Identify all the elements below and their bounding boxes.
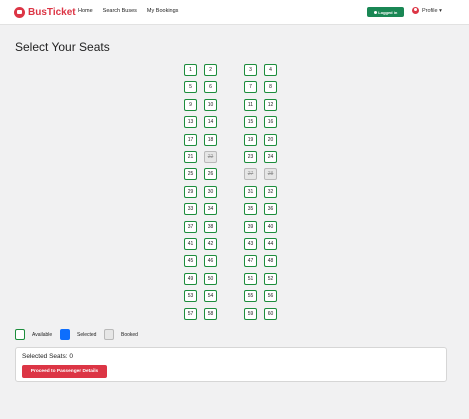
seat-52[interactable]: 52	[264, 272, 277, 285]
seat-2[interactable]: 2	[204, 64, 217, 76]
seat-34[interactable]: 34	[204, 203, 217, 216]
seat-48[interactable]: 48	[264, 255, 277, 268]
seat-legend: Available Selected Booked	[15, 329, 215, 342]
seat-36[interactable]: 36	[264, 203, 277, 216]
seat-20[interactable]: 20	[264, 133, 277, 146]
seat-28: 28	[264, 168, 277, 181]
seat-40[interactable]: 40	[264, 220, 277, 233]
seat-7[interactable]: 7	[244, 81, 257, 94]
legend-selected-label: Selected	[77, 331, 97, 338]
selected-swatch-icon	[60, 329, 70, 340]
seat-1[interactable]: 1	[184, 64, 197, 76]
seat-16[interactable]: 16	[264, 116, 277, 129]
seat-10[interactable]: 10	[204, 98, 217, 111]
booked-swatch-icon	[104, 329, 114, 340]
seat-31[interactable]: 31	[244, 185, 257, 198]
seat-24[interactable]: 24	[264, 151, 277, 163]
seat-55[interactable]: 55	[244, 290, 257, 303]
seat-45[interactable]: 45	[184, 255, 197, 268]
seat-5[interactable]: 5	[184, 81, 197, 94]
seat-54[interactable]: 54	[204, 290, 217, 303]
legend-booked-label: Booked	[121, 331, 138, 338]
legend-available-label: Available	[32, 331, 53, 338]
seat-3[interactable]: 3	[244, 64, 257, 76]
seat-53[interactable]: 53	[184, 290, 197, 303]
seat-38[interactable]: 38	[204, 220, 217, 233]
selected-seats-text: Selected Seats: 0	[22, 353, 73, 360]
seat-60[interactable]: 60	[264, 307, 277, 320]
seat-35[interactable]: 35	[244, 203, 257, 216]
seat-57[interactable]: 57	[184, 307, 197, 320]
seat-23[interactable]: 23	[244, 151, 257, 163]
seat-30[interactable]: 30	[204, 185, 217, 198]
seat-11[interactable]: 11	[244, 98, 257, 111]
legend-booked: Booked	[104, 329, 138, 340]
seat-39[interactable]: 39	[244, 220, 257, 233]
seat-9[interactable]: 9	[184, 98, 197, 111]
seat-47[interactable]: 47	[244, 255, 257, 268]
seat-58[interactable]: 58	[204, 307, 217, 320]
seat-map: 1 5 9 13 17 21 25 29 33 37 41 45 49 53 57 2 6 10 14 18 22 26 3…	[0, 0, 469, 330]
seat-51[interactable]: 51	[244, 272, 257, 285]
seat-26[interactable]: 26	[204, 168, 217, 181]
seat-49[interactable]: 49	[184, 272, 197, 285]
seat-43[interactable]: 43	[244, 238, 257, 250]
seat-56[interactable]: 56	[264, 290, 277, 303]
seat-18[interactable]: 18	[204, 133, 217, 146]
available-swatch-icon	[15, 329, 25, 340]
seat-21[interactable]: 21	[184, 151, 197, 163]
seat-22: 22	[204, 151, 217, 163]
seat-14[interactable]: 14	[204, 116, 217, 129]
seat-37[interactable]: 37	[184, 220, 197, 233]
legend-selected: Selected	[60, 329, 96, 340]
seat-15[interactable]: 15	[244, 116, 257, 129]
seat-25[interactable]: 25	[184, 168, 197, 181]
seat-17[interactable]: 17	[184, 133, 197, 146]
seat-59[interactable]: 59	[244, 307, 257, 320]
legend-available: Available	[15, 329, 52, 340]
seat-44[interactable]: 44	[264, 238, 277, 250]
seat-8[interactable]: 8	[264, 81, 277, 94]
seat-50[interactable]: 50	[204, 272, 217, 285]
seat-13[interactable]: 13	[184, 116, 197, 129]
seat-12[interactable]: 12	[264, 98, 277, 111]
seat-19[interactable]: 19	[244, 133, 257, 146]
seat-32[interactable]: 32	[264, 185, 277, 198]
selection-summary: Selected Seats: 0 Proceed to Passenger D…	[15, 347, 447, 382]
seat-33[interactable]: 33	[184, 203, 197, 216]
seat-46[interactable]: 46	[204, 255, 217, 268]
seat-41[interactable]: 41	[184, 238, 197, 250]
seat-4[interactable]: 4	[264, 64, 277, 76]
seat-42[interactable]: 42	[204, 238, 217, 250]
seat-27: 27	[244, 168, 257, 181]
proceed-button[interactable]: Proceed to Passenger Details	[22, 365, 107, 378]
seat-6[interactable]: 6	[204, 81, 217, 94]
seat-29[interactable]: 29	[184, 185, 197, 198]
